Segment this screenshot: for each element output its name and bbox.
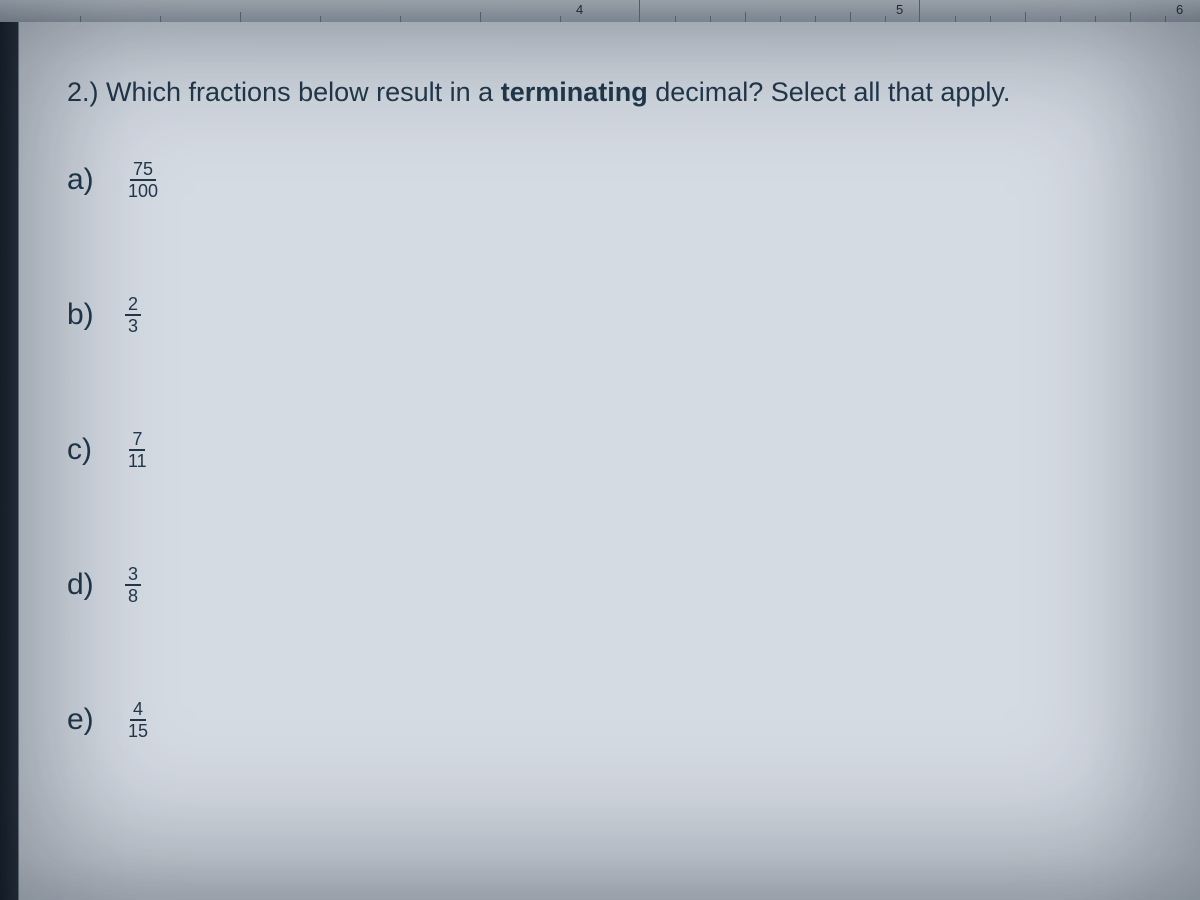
option-c-label: c) — [67, 433, 107, 467]
ruler-mark-6: 6 — [1176, 2, 1183, 17]
option-d-numerator: 3 — [125, 565, 141, 586]
option-a-denominator: 100 — [125, 181, 161, 200]
option-e[interactable]: e) 4 15 — [59, 700, 1160, 740]
option-d-label: d) — [67, 568, 107, 602]
question-number: 2.) — [67, 77, 99, 107]
option-c-fraction: 7 11 — [125, 430, 150, 470]
option-d[interactable]: d) 3 8 — [59, 565, 1160, 605]
question-bold: terminating — [501, 77, 648, 107]
question-text: 2.) Which fractions below result in a te… — [59, 74, 1160, 110]
option-a-label: a) — [67, 163, 107, 197]
question-after: decimal? Select all that apply. — [648, 77, 1011, 107]
question-before: Which fractions below result in a — [106, 77, 501, 107]
option-c[interactable]: c) 7 11 — [59, 430, 1160, 470]
ruler-mark-4: 4 — [576, 2, 583, 17]
option-b-denominator: 3 — [125, 316, 141, 335]
option-d-fraction: 3 8 — [125, 565, 141, 605]
option-b-fraction: 2 3 — [125, 295, 141, 335]
option-b-numerator: 2 — [125, 295, 141, 316]
option-e-denominator: 15 — [125, 721, 151, 740]
ruler: 4 5 6 — [0, 0, 1200, 23]
option-b-label: b) — [67, 298, 107, 332]
option-a-fraction: 75 100 — [125, 160, 161, 200]
ruler-mark-5: 5 — [896, 2, 903, 17]
screen-frame: 4 5 6 — [0, 0, 1200, 900]
option-c-numerator: 7 — [129, 430, 145, 451]
worksheet-page: 2.) Which fractions below result in a te… — [18, 22, 1200, 900]
option-c-denominator: 11 — [125, 451, 150, 470]
left-gutter — [0, 22, 18, 900]
option-e-fraction: 4 15 — [125, 700, 151, 740]
option-a[interactable]: a) 75 100 — [59, 160, 1160, 200]
option-e-numerator: 4 — [130, 700, 146, 721]
option-b[interactable]: b) 2 3 — [59, 295, 1160, 335]
option-e-label: e) — [67, 703, 107, 737]
option-a-numerator: 75 — [130, 160, 156, 181]
option-d-denominator: 8 — [125, 586, 141, 605]
